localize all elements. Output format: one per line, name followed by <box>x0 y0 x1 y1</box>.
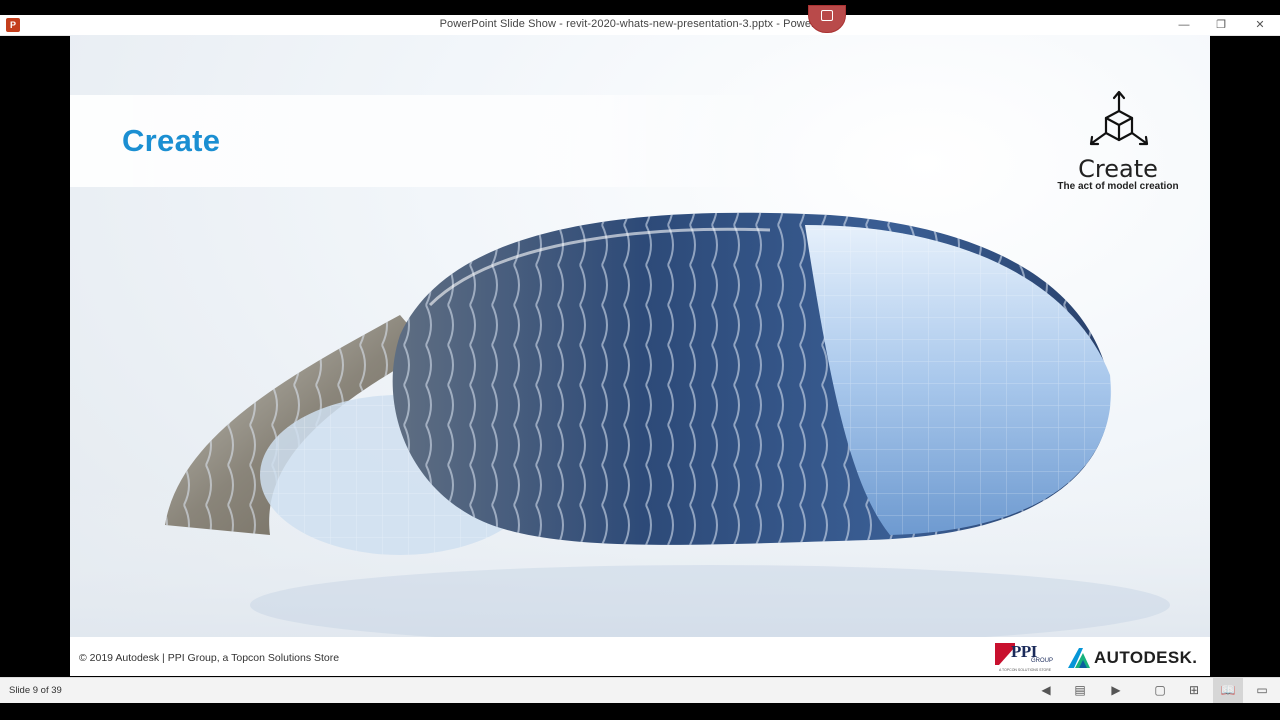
create-badge-subtitle: The act of model creation <box>1057 181 1179 192</box>
slide-sorter-icon: ⊞ <box>1188 683 1200 697</box>
normal-view-icon: ▢ <box>1154 683 1166 697</box>
normal-view-button[interactable]: ▢ <box>1145 678 1175 703</box>
create-cube-icon <box>1089 90 1149 146</box>
slide-notes-button[interactable]: ▤ <box>1065 678 1095 703</box>
window-title: PowerPoint Slide Show - revit-2020-whats… <box>439 18 841 30</box>
slide-canvas[interactable]: Create Create The act of model creation … <box>70 35 1210 676</box>
slide-footer: © 2019 Autodesk | PPI Group, a Topcon So… <box>70 637 1210 676</box>
autodesk-wordmark: AUTODESK. <box>1094 648 1198 667</box>
autodesk-logo: AUTODESK. <box>1068 645 1202 671</box>
slide-title: Create <box>122 123 221 158</box>
reading-view-icon: 📖 <box>1220 683 1236 697</box>
create-badge-heading: Create <box>1078 155 1158 183</box>
notes-icon: ▤ <box>1074 683 1086 697</box>
slide-show-icon: ▭ <box>1256 683 1268 697</box>
next-slide-button[interactable]: ▶ <box>1101 678 1131 703</box>
previous-slide-button[interactable]: ◀ <box>1031 678 1061 703</box>
restore-button[interactable]: ❐ <box>1202 15 1240 35</box>
slide-show-button[interactable]: ▭ <box>1247 678 1277 703</box>
next-arrow-icon: ▶ <box>1111 683 1121 697</box>
ppi-group-logo: PPI GROUP A TOPCON SOLUTIONS STORE <box>995 641 1053 673</box>
slide-sorter-button[interactable]: ⊞ <box>1179 678 1209 703</box>
previous-arrow-icon: ◀ <box>1041 683 1051 697</box>
ppi-logo-tagline: A TOPCON SOLUTIONS STORE <box>999 668 1052 672</box>
bottom-letterbox <box>0 703 1280 720</box>
close-button[interactable]: ✕ <box>1241 15 1279 35</box>
building-render-image <box>70 212 1210 655</box>
reading-view-button[interactable]: 📖 <box>1213 678 1243 703</box>
footer-copyright: © 2019 Autodesk | PPI Group, a Topcon So… <box>79 652 340 664</box>
minimize-button[interactable]: — <box>1165 15 1203 35</box>
status-bar: Slide 9 of 39 ◀ ▤ ▶ ▢ ⊞ 📖 ▭ <box>0 677 1280 703</box>
window-title-bar: P PowerPoint Slide Show - revit-2020-wha… <box>0 15 1280 36</box>
slide-counter: Slide 9 of 39 <box>9 685 62 696</box>
ppi-logo-group: GROUP <box>1031 658 1054 664</box>
